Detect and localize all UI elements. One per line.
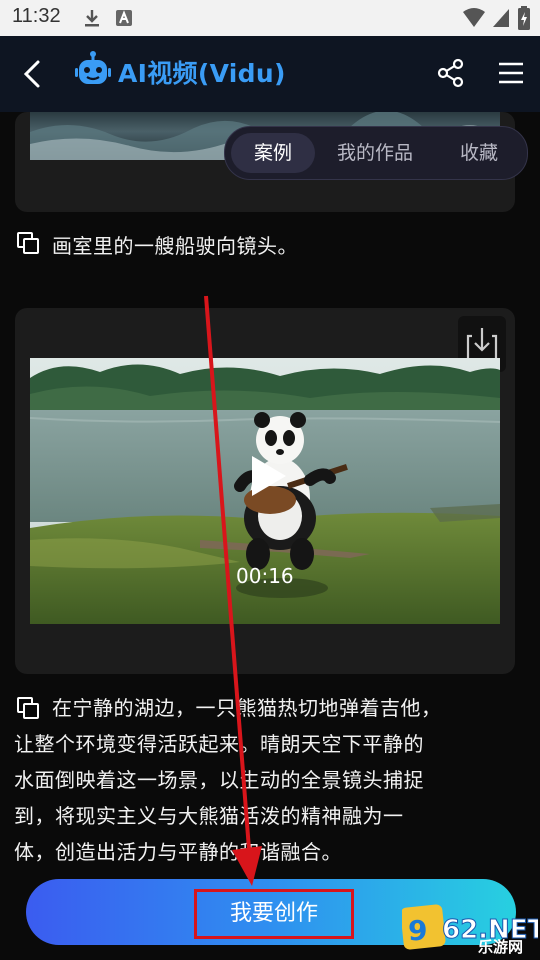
watermark-logo: 9 62.NET 乐游网 [400,904,540,956]
svg-text:9: 9 [408,914,427,947]
watermark-text: 乐游网 [478,938,524,956]
annotation-arrow [204,295,262,886]
